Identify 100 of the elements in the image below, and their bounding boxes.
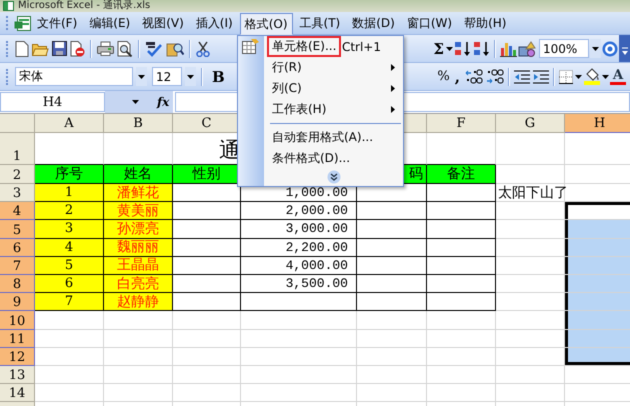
zoom-field[interactable]: 100% xyxy=(539,39,589,58)
selected-cell[interactable] xyxy=(565,330,630,348)
selected-cell[interactable] xyxy=(565,311,630,330)
sort-descending-icon[interactable] xyxy=(473,40,491,56)
table-cell: 王晶晶 xyxy=(104,256,173,275)
row-header[interactable]: 6 xyxy=(0,238,35,257)
menu-item[interactable]: 插入(I) xyxy=(190,12,238,34)
menu-item[interactable]: 编辑(E) xyxy=(84,12,136,34)
column-header[interactable]: A xyxy=(35,114,104,133)
workbook-icon[interactable] xyxy=(14,16,31,30)
row-header[interactable]: 4 xyxy=(0,202,35,220)
caret-icon[interactable] xyxy=(138,74,145,78)
selected-cell[interactable] xyxy=(565,274,630,294)
row-header[interactable]: 5 xyxy=(0,220,35,239)
window-title: Microsoft Excel - 通讯录.xls xyxy=(18,0,150,12)
menu-item[interactable]: 视图(V) xyxy=(137,12,189,34)
row-header[interactable]: 12 xyxy=(0,348,35,366)
row-header[interactable]: 13 xyxy=(0,366,35,384)
menu-item[interactable]: 窗口(W) xyxy=(402,12,458,34)
menu-item[interactable]: 文件(F) xyxy=(32,12,82,34)
document-block-icon[interactable] xyxy=(70,40,85,56)
table-cell xyxy=(35,330,104,348)
bar-chart-icon[interactable] xyxy=(499,40,517,56)
decrease-decimal-icon[interactable] xyxy=(485,68,505,84)
print-preview-icon[interactable] xyxy=(117,40,133,56)
percent-style-button[interactable]: % xyxy=(436,69,451,84)
row-header[interactable]: 2 xyxy=(0,165,35,184)
table-cell xyxy=(104,330,173,348)
table-cell xyxy=(357,256,427,275)
table-cell xyxy=(357,274,427,294)
table-cell: 2,000.00 xyxy=(241,202,357,220)
table-cell: 潘鲜花 xyxy=(104,184,173,202)
table-cell: 4 xyxy=(35,238,104,257)
table-cell xyxy=(427,184,496,202)
header-cell: 备注 xyxy=(427,165,496,184)
font-size-field[interactable]: 12 xyxy=(152,67,182,86)
menu-item[interactable]: 自动套用格式(A)... xyxy=(238,127,403,148)
menu-item[interactable]: 格式(O) xyxy=(240,13,293,35)
dropdown-caret-icon[interactable] xyxy=(132,100,138,104)
table-cell xyxy=(173,256,241,275)
autosum-button[interactable]: Σ xyxy=(432,40,445,58)
menu-item[interactable]: 工作表(H) xyxy=(238,99,403,120)
increase-indent-icon[interactable] xyxy=(532,68,550,84)
menu-item[interactable]: 列(C) xyxy=(238,78,403,99)
menu-item[interactable]: 数据(D) xyxy=(347,12,400,34)
row-header[interactable]: 3 xyxy=(0,184,35,202)
selected-cell[interactable] xyxy=(565,220,630,239)
sort-ascending-icon[interactable] xyxy=(454,40,472,56)
table-cell xyxy=(35,366,104,384)
comma-style-button[interactable]: , xyxy=(452,68,463,86)
row-header[interactable]: 14 xyxy=(0,384,35,402)
new-document-icon[interactable] xyxy=(15,40,29,56)
table-cell xyxy=(357,293,427,312)
row-header[interactable]: 8 xyxy=(0,274,35,294)
font-color-button[interactable]: A xyxy=(610,68,626,85)
table-cell xyxy=(427,274,496,294)
column-header[interactable]: B xyxy=(104,114,173,133)
table-cell: 3,000.00 xyxy=(241,220,357,239)
active-cell[interactable] xyxy=(565,202,630,220)
font-field[interactable]: 宋体 xyxy=(15,67,133,86)
menu-item[interactable]: 单元格(E)... Ctrl+1 xyxy=(238,36,403,57)
printer-icon[interactable] xyxy=(97,41,114,56)
selected-cell[interactable] xyxy=(565,348,630,366)
header-cell: 姓名 xyxy=(104,165,173,184)
row-header[interactable]: 1 xyxy=(0,133,35,165)
menu-item[interactable]: 行(R) xyxy=(238,57,403,78)
selected-cell[interactable] xyxy=(565,256,630,275)
decrease-indent-icon[interactable] xyxy=(513,68,531,84)
research-icon[interactable] xyxy=(166,40,184,56)
cut-icon[interactable] xyxy=(196,40,210,56)
bold-button[interactable]: B xyxy=(210,68,227,86)
expand-menu-icon[interactable] xyxy=(326,170,340,184)
row-header[interactable]: 9 xyxy=(0,293,35,312)
fill-color-icon[interactable] xyxy=(583,68,601,85)
borders-icon[interactable] xyxy=(558,68,574,84)
name-box[interactable]: H4 xyxy=(0,92,105,112)
insert-function-button[interactable]: fx xyxy=(153,91,174,113)
increase-decimal-icon[interactable] xyxy=(464,68,484,84)
selected-cell[interactable] xyxy=(565,293,630,312)
row-header[interactable]: 11 xyxy=(0,330,35,348)
caret-icon[interactable] xyxy=(187,74,194,78)
row-header[interactable]: 10 xyxy=(0,311,35,330)
column-header[interactable]: F xyxy=(427,114,496,133)
table-cell xyxy=(35,384,104,402)
menu-item[interactable]: 帮助(H) xyxy=(459,12,512,34)
help-icon[interactable] xyxy=(602,40,618,56)
save-icon[interactable] xyxy=(52,41,67,56)
column-header[interactable]: G xyxy=(496,114,565,133)
selected-cell[interactable] xyxy=(565,238,630,257)
drawing-tools-icon[interactable] xyxy=(518,40,536,56)
caret-icon[interactable] xyxy=(446,46,453,50)
row-header[interactable]: 7 xyxy=(0,256,35,275)
caret-icon[interactable] xyxy=(592,46,599,50)
caret-icon[interactable] xyxy=(575,74,582,78)
table-cell xyxy=(357,348,427,366)
spelling-check-icon[interactable] xyxy=(145,40,163,56)
folder-icon[interactable] xyxy=(32,42,49,56)
menu-item[interactable]: 工具(T) xyxy=(294,12,346,34)
column-header[interactable]: H xyxy=(565,114,630,133)
caret-icon[interactable] xyxy=(602,74,609,78)
